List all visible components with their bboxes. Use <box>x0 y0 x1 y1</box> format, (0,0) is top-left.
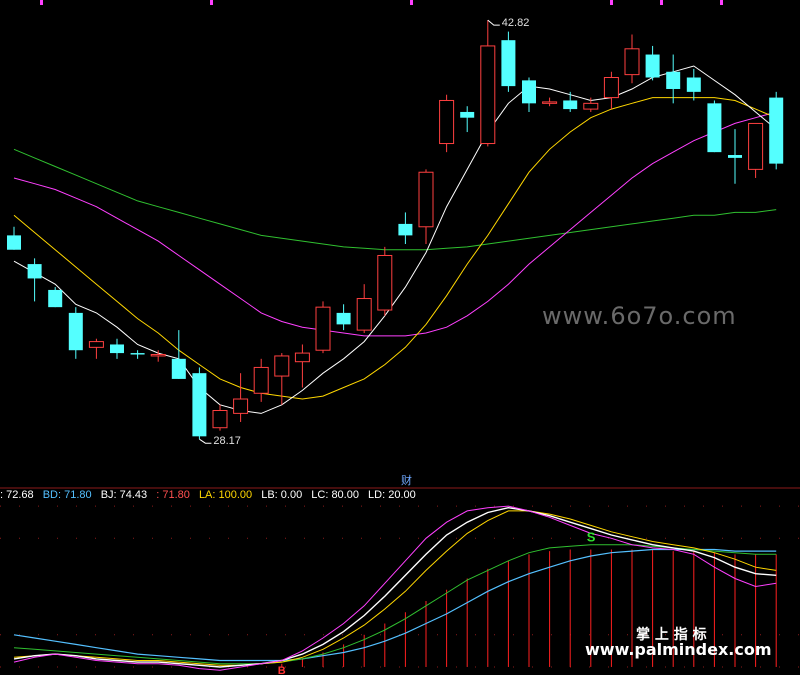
candle-body-down <box>707 103 722 153</box>
candle-body-down <box>501 40 516 87</box>
top-tick-mark <box>720 0 723 5</box>
ma5-line <box>13 65 777 414</box>
candle-body-down <box>398 223 413 236</box>
candle-body-up <box>377 254 393 311</box>
candle-body-down <box>130 353 145 355</box>
candle-body-down <box>666 71 681 89</box>
watermark-palm-url: www.palmindex.com <box>585 640 772 659</box>
legend-item-bd: BD: 71.80 <box>42 489 92 501</box>
legend-item-bj: BJ: 74.43 <box>100 489 148 501</box>
legend-item-red: : 71.80 <box>156 489 190 501</box>
candle-body-up <box>233 398 249 414</box>
watermark-palm-url-text: www.palmindex.com <box>585 640 772 659</box>
candle-body-up <box>150 354 166 357</box>
legend-item-val: : 72.68 <box>0 489 34 501</box>
candlestick-panel <box>7 19 784 444</box>
candle-body-up <box>542 101 558 104</box>
candle-body-up <box>88 341 104 348</box>
candle-body-down <box>728 155 742 158</box>
top-tick-mark <box>210 0 213 5</box>
legend-item-lc: LC: 80.00 <box>311 489 359 501</box>
candle-body-down <box>563 100 578 110</box>
top-tick-mark <box>610 0 613 5</box>
candle-body-up <box>274 355 290 377</box>
high-pointer <box>487 19 500 26</box>
high-price-label: 42.82 <box>502 17 530 29</box>
candle-body-down <box>27 264 42 279</box>
candle-body-up <box>583 102 599 110</box>
candle-body-down <box>48 289 63 308</box>
legend-item-ld: LD: 20.00 <box>368 489 416 501</box>
candle-body-down <box>522 80 536 104</box>
candle-body-down <box>192 373 207 437</box>
legend-item-la: LA: 100.00 <box>198 489 253 501</box>
legend-item-lb: LB: 0.00 <box>261 489 303 501</box>
candle-body-up <box>315 306 331 351</box>
low-price-label: 28.17 <box>213 435 241 447</box>
candle-body-down <box>645 54 660 78</box>
candle-body-up <box>418 171 434 228</box>
candle-body-down <box>171 358 186 379</box>
candle-body-down <box>68 312 83 351</box>
top-tick-mark <box>660 0 663 5</box>
low-label-text: 28.17 <box>213 435 241 448</box>
candle-body-down <box>769 97 784 164</box>
finance-marker-text: 财 <box>401 475 412 487</box>
finance-marker: 财 <box>401 472 412 488</box>
candle-body-up <box>624 48 640 76</box>
candle-body-down <box>336 312 351 325</box>
candle-body-up <box>253 366 269 394</box>
watermark-6o7o: www.6o7o.com <box>542 302 737 330</box>
candle-body-down <box>686 77 701 92</box>
candle-body-down <box>7 235 21 250</box>
indicator-legend: : 72.68 BD: 71.80 BJ: 74.43 : 71.80 LA: … <box>0 489 422 501</box>
candle-body-up <box>212 409 228 429</box>
candle-body-up <box>439 99 455 145</box>
top-tick-mark <box>410 0 413 5</box>
candle-body-up <box>748 122 764 170</box>
top-tick-mark <box>40 0 43 5</box>
ma10-line <box>13 97 777 400</box>
candle-body-up <box>294 352 310 363</box>
high-label-text: 42.82 <box>501 17 530 30</box>
buy-signal-marker: B <box>278 665 286 675</box>
low-pointer <box>199 438 212 444</box>
candle-body-up <box>603 77 619 99</box>
candle-body-down <box>460 111 475 118</box>
candle-body-down <box>110 344 124 354</box>
candle-body-up <box>480 45 496 145</box>
watermark-6o7o-text: www.6o7o.com <box>542 302 737 330</box>
sell-signal-marker: S <box>587 529 596 544</box>
ma60-line <box>13 148 777 251</box>
candle-body-up <box>356 298 372 331</box>
stock-chart: SB <box>0 0 800 675</box>
